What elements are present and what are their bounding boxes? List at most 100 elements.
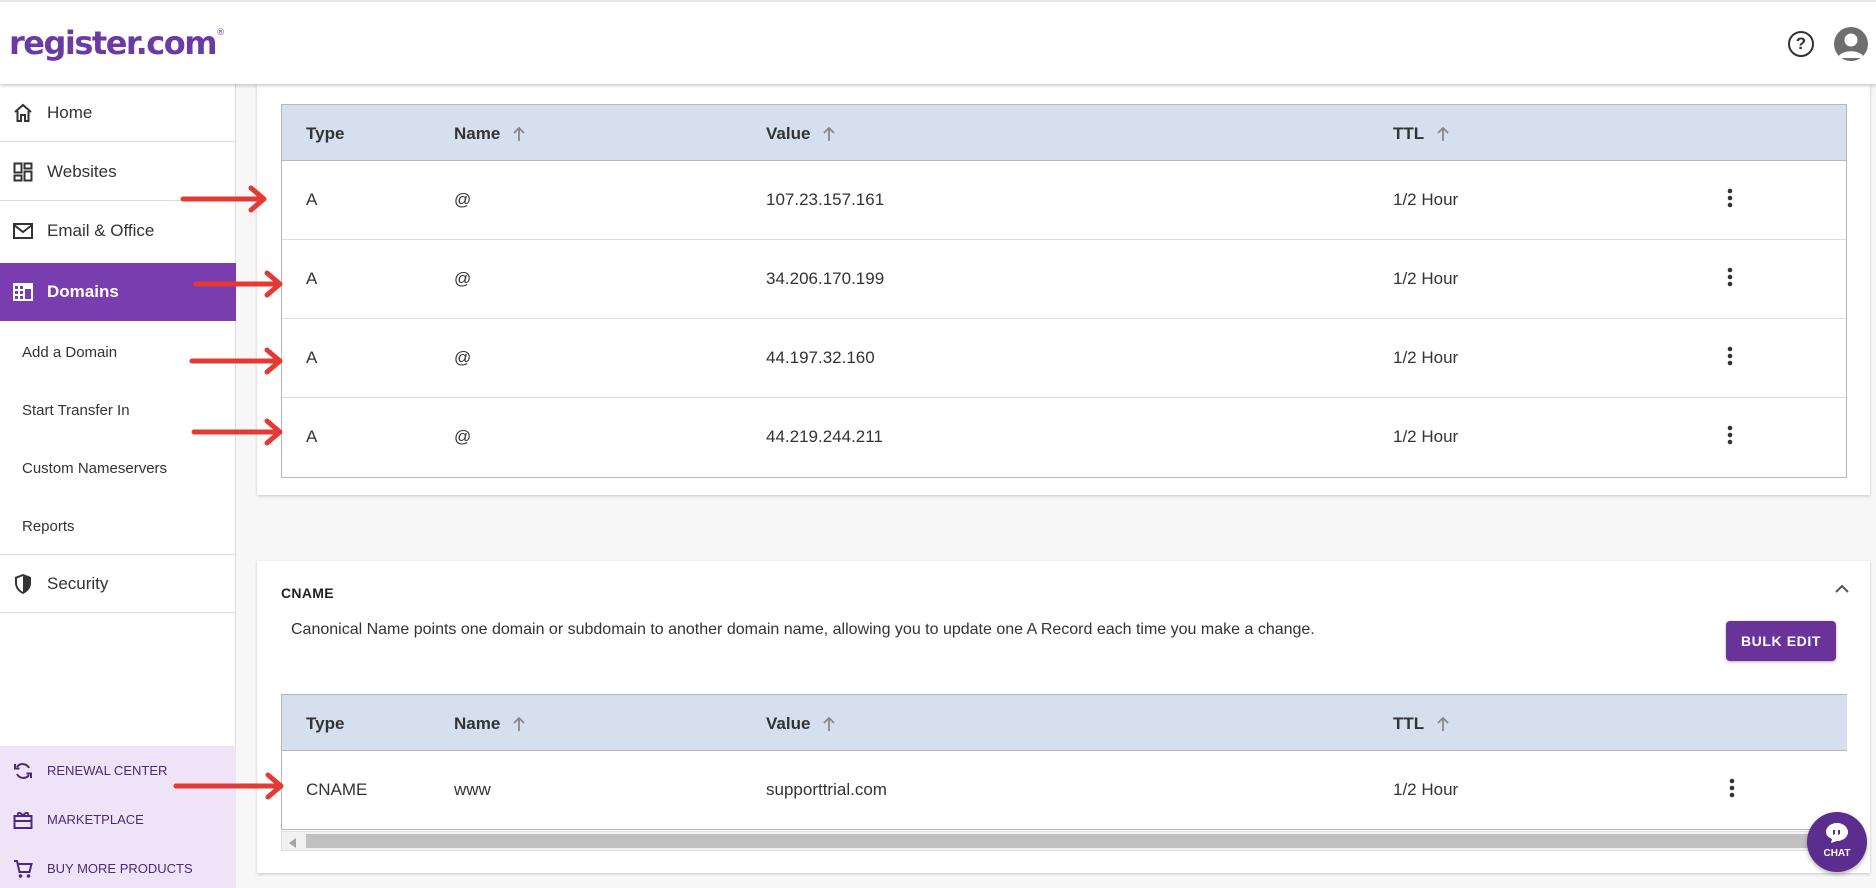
cname-card: CNAME Canonical Name points one domain o… [257, 561, 1870, 873]
shield-icon [12, 573, 34, 595]
column-label: TTL [1393, 124, 1425, 143]
more-options-icon[interactable] [1729, 778, 1735, 798]
mail-icon [12, 220, 34, 242]
sidebar-subitem-start-transfer[interactable]: Start Transfer In [22, 402, 130, 419]
cell-ttl: 1/2 Hour [1393, 269, 1459, 288]
gift-icon [12, 809, 34, 831]
sort-arrow-icon[interactable] [821, 126, 837, 142]
logo-registered-mark: ® [216, 28, 226, 38]
column-label: Name [454, 714, 501, 733]
promo-label: BUY MORE PRODUCTS [47, 861, 193, 876]
sort-arrow-icon[interactable] [1435, 126, 1451, 142]
more-options-icon[interactable] [1727, 267, 1733, 287]
a-records-table: Type Name Value TTL A @ 107.23.157.161 1… [281, 104, 1847, 478]
sidebar-item-security[interactable]: Security [0, 555, 236, 613]
renew-icon [12, 760, 34, 782]
cell-name: @ [454, 190, 472, 209]
sidebar-item-label: Home [47, 102, 93, 122]
help-icon[interactable]: ? [1788, 31, 1814, 57]
cell-ttl: 1/2 Hour [1393, 780, 1459, 799]
sidebar-item-label: Websites [47, 161, 117, 181]
promo-marketplace[interactable]: MARKETPLACE [0, 795, 236, 844]
cell-name: @ [454, 427, 472, 446]
cname-table: Type Name Value TTL CNAME www supporttri… [281, 694, 1847, 830]
sort-arrow-icon[interactable] [511, 126, 527, 142]
chat-label: CHAT [1823, 848, 1851, 859]
top-bar: register.com® ? [0, 0, 1876, 84]
cell-type: A [306, 427, 318, 446]
annotation-arrow-icon [180, 185, 267, 213]
cell-type: A [306, 348, 318, 367]
sidebar-item-label: Security [47, 573, 109, 593]
promo-buy-more-products[interactable]: BUY MORE PRODUCTS [0, 844, 236, 888]
dashboard-icon [12, 161, 34, 183]
section-description: Canonical Name points one domain or subd… [291, 621, 1315, 638]
column-value[interactable]: Value [766, 714, 837, 734]
sort-arrow-icon[interactable] [1435, 716, 1451, 732]
cell-name: @ [454, 269, 472, 288]
cart-icon [12, 858, 34, 880]
column-type: Type [306, 124, 345, 143]
table-header: Type Name Value TTL [282, 105, 1846, 161]
annotation-arrow-icon [193, 270, 283, 298]
column-name[interactable]: Name [454, 124, 527, 144]
column-ttl[interactable]: TTL [1393, 714, 1451, 734]
cell-type: A [306, 269, 318, 288]
table-row: CNAME www supporttrial.com 1/2 Hour [282, 751, 1847, 830]
cell-ttl: 1/2 Hour [1393, 348, 1459, 367]
a-records-card: Type Name Value TTL A @ 107.23.157.161 1… [257, 84, 1870, 495]
column-label: Value [766, 714, 811, 733]
cell-value: 44.197.32.160 [766, 348, 875, 367]
column-label: Value [766, 124, 811, 143]
horizontal-scrollbar[interactable] [281, 831, 1847, 851]
cell-name: @ [454, 348, 472, 367]
annotation-arrow-icon [191, 418, 283, 446]
chat-bubble-icon [1826, 823, 1848, 843]
cell-ttl: 1/2 Hour [1393, 427, 1459, 446]
more-options-icon[interactable] [1727, 346, 1733, 366]
column-type: Type [306, 714, 345, 733]
column-ttl[interactable]: TTL [1393, 124, 1451, 144]
section-title: CNAME [281, 585, 334, 601]
sidebar-subitem-reports[interactable]: Reports [22, 518, 75, 535]
sidebar-item-label: Domains [47, 282, 119, 301]
cell-value: 34.206.170.199 [766, 269, 885, 288]
cell-value: 44.219.244.211 [766, 427, 883, 446]
table-row: A @ 107.23.157.161 1/2 Hour [282, 161, 1846, 240]
table-row: A @ 44.197.32.160 1/2 Hour [282, 319, 1846, 398]
bulk-edit-button[interactable]: BULK EDIT [1726, 621, 1836, 661]
annotation-arrow-icon [189, 347, 283, 375]
promo-label: RENEWAL CENTER [47, 763, 168, 778]
sidebar-item-home[interactable]: Home [0, 84, 236, 142]
home-icon [12, 102, 34, 124]
column-value[interactable]: Value [766, 124, 837, 144]
domains-icon [12, 281, 34, 303]
sort-arrow-icon[interactable] [511, 716, 527, 732]
cell-name: www [454, 780, 491, 799]
promo-label: MARKETPLACE [47, 812, 144, 827]
annotation-arrow-icon [173, 772, 284, 800]
scroll-left-icon[interactable] [289, 838, 296, 848]
column-label: TTL [1393, 714, 1425, 733]
sidebar-subitem-add-domain[interactable]: Add a Domain [22, 344, 117, 361]
table-row: A @ 44.219.244.211 1/2 Hour [282, 398, 1846, 477]
cell-type: A [306, 190, 318, 209]
cell-value: 107.23.157.161 [766, 190, 885, 209]
cell-value: supporttrial.com [766, 780, 887, 799]
table-row: A @ 34.206.170.199 1/2 Hour [282, 240, 1846, 319]
scrollbar-thumb[interactable] [306, 834, 1844, 848]
column-label: Name [454, 124, 501, 143]
cell-type: CNAME [306, 780, 368, 799]
column-name[interactable]: Name [454, 714, 527, 734]
chat-button[interactable]: CHAT [1807, 812, 1867, 872]
sidebar-subitem-custom-nameservers[interactable]: Custom Nameservers [22, 460, 167, 477]
account-icon[interactable] [1834, 27, 1868, 61]
chevron-up-icon[interactable] [1834, 583, 1850, 595]
sidebar-item-label: Email & Office [47, 221, 155, 240]
logo-text: register.com [9, 24, 218, 62]
table-header: Type Name Value TTL [282, 695, 1847, 751]
more-options-icon[interactable] [1727, 188, 1733, 208]
more-options-icon[interactable] [1727, 425, 1733, 445]
sort-arrow-icon[interactable] [821, 716, 837, 732]
logo[interactable]: register.com® [9, 24, 225, 62]
